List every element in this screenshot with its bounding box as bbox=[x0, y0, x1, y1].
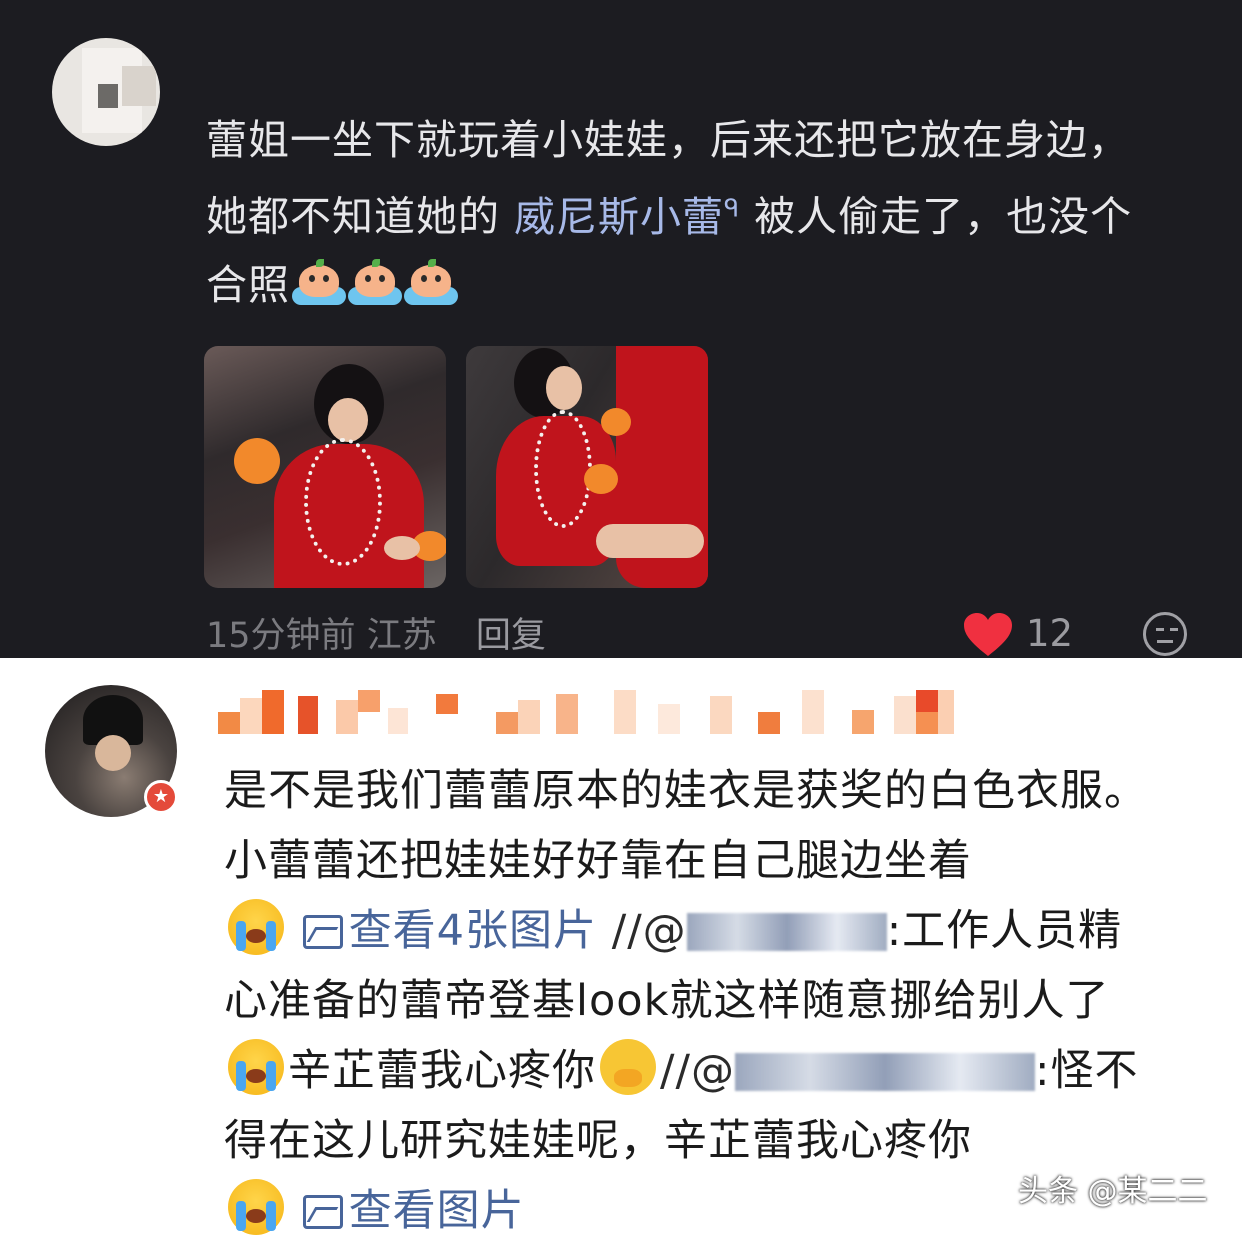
view-images-link[interactable]: 查看图片 bbox=[302, 1186, 525, 1236]
comment-1-meta: 15分钟前 江苏 回复 bbox=[206, 607, 546, 658]
crying-orange-icon bbox=[348, 258, 402, 307]
crying-orange-icon bbox=[292, 258, 346, 307]
forwarded-comment-2: 辛芷蕾我心疼你 bbox=[288, 1046, 596, 1096]
timestamp: 15分钟前 bbox=[206, 616, 356, 656]
loudly-crying-face-icon bbox=[228, 1039, 284, 1095]
verified-badge-icon: ★ bbox=[144, 780, 178, 814]
reply-button[interactable]: 回复 bbox=[476, 616, 546, 656]
image-icon bbox=[302, 915, 343, 949]
user-avatar-1[interactable] bbox=[52, 38, 160, 146]
location: 江苏 bbox=[366, 616, 437, 656]
mention-colon: : bbox=[1034, 1046, 1051, 1096]
emoji-reaction-icon[interactable] bbox=[1143, 612, 1187, 656]
redacted-username[interactable] bbox=[734, 1053, 1035, 1091]
view-images-label: 查看图片 bbox=[348, 1186, 525, 1236]
view-4-images-link[interactable]: 查看4张图片 bbox=[302, 906, 598, 956]
search-link[interactable]: 威尼斯小蕾ᑫ bbox=[514, 193, 740, 241]
teary-face-icon bbox=[600, 1039, 656, 1095]
username-redacted[interactable] bbox=[218, 690, 958, 734]
view-4-images-label: 查看4张图片 bbox=[348, 906, 598, 956]
redacted-username[interactable] bbox=[686, 913, 887, 951]
loudly-crying-face-icon bbox=[228, 1179, 284, 1235]
comment-photo-2[interactable] bbox=[466, 346, 708, 588]
comment-1-text: 蕾姐一坐下就玩着小娃娃，后来还把它放在身边，她都不知道她的 威尼斯小蕾ᑫ 被人偷… bbox=[206, 106, 1166, 319]
comment-2-body: 是不是我们蕾蕾原本的娃衣是获奖的白色衣服。小蕾蕾还把娃娃好好靠在自己腿边坐着 bbox=[224, 766, 1148, 886]
comment-photo-1[interactable] bbox=[204, 346, 446, 588]
mention-prefix: //@ bbox=[611, 906, 687, 956]
search-link-label: 威尼斯小蕾 bbox=[514, 192, 725, 241]
loudly-crying-face-icon bbox=[228, 899, 284, 955]
crying-orange-icon bbox=[404, 258, 458, 307]
watermark: 头条 @某二二 bbox=[1018, 1174, 1208, 1209]
heart-icon[interactable] bbox=[962, 612, 1014, 658]
search-icon: ᑫ bbox=[724, 194, 741, 222]
mention-prefix: //@ bbox=[660, 1046, 735, 1096]
like-count: 12 bbox=[1026, 612, 1074, 655]
image-icon bbox=[302, 1195, 343, 1229]
